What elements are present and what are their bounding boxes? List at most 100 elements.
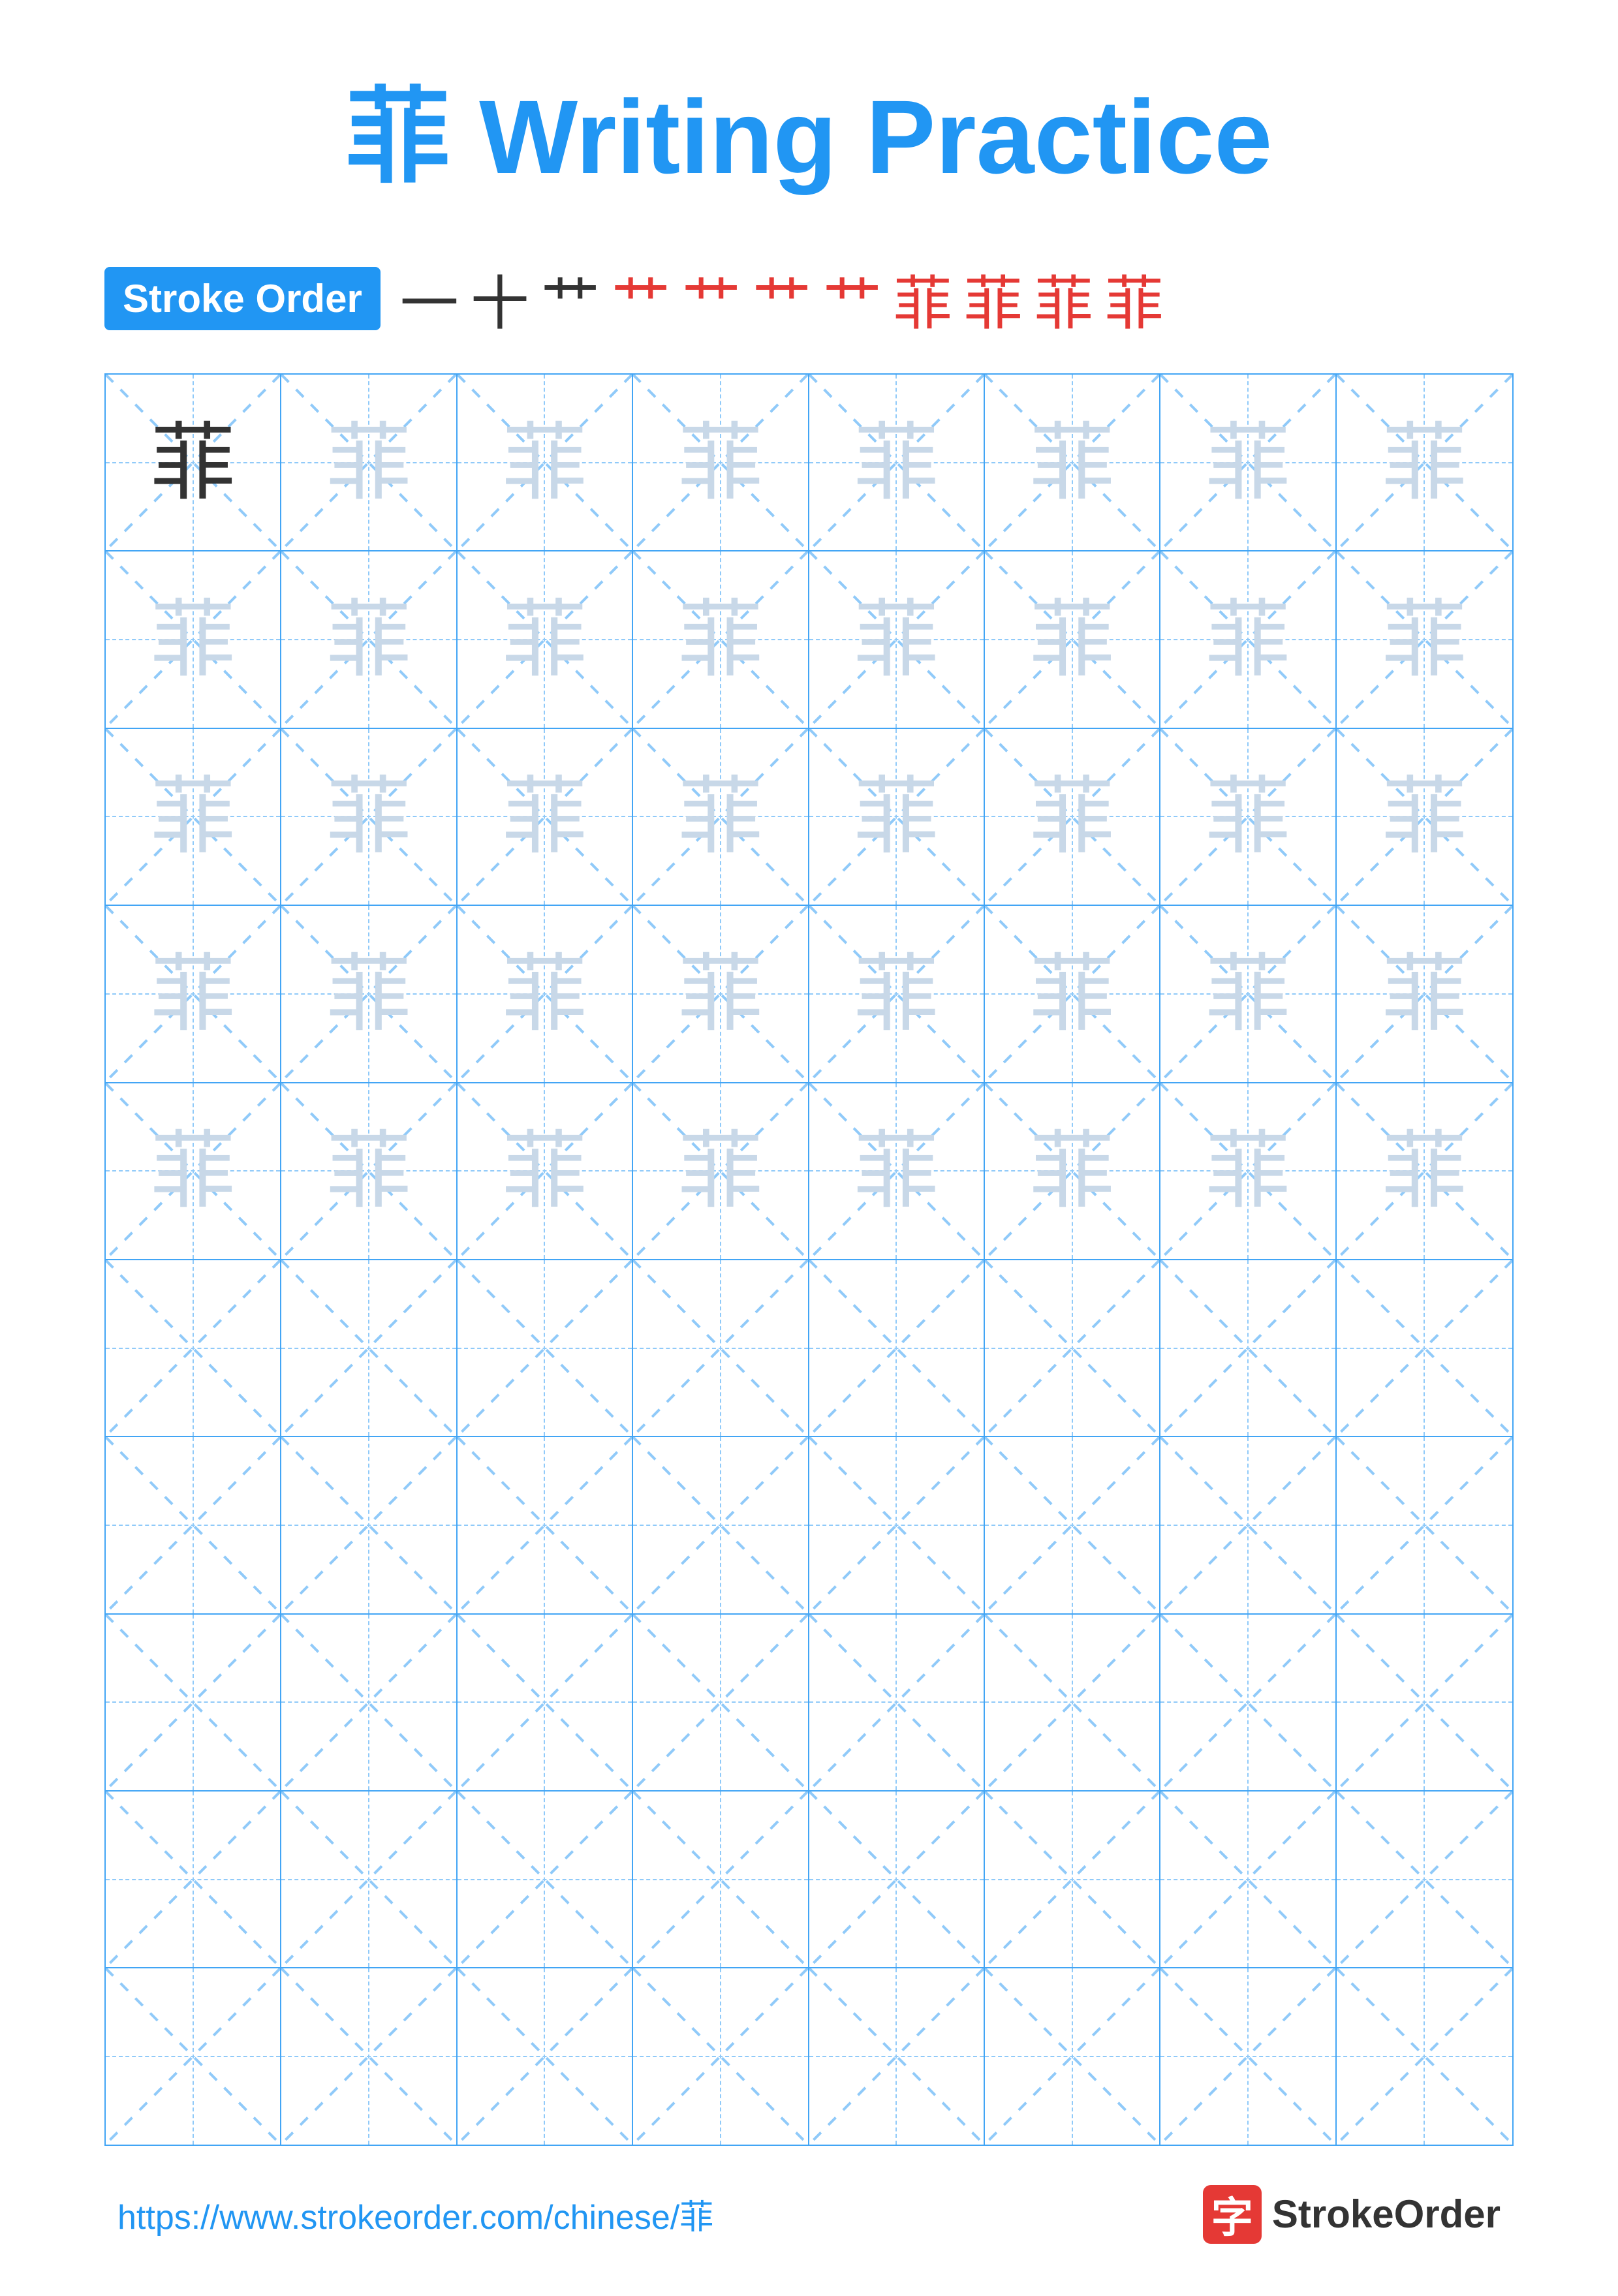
grid-cell-r6c2 [281, 1260, 457, 1436]
stroke-char-4: 艹 [612, 256, 670, 341]
grid-row-5: 菲 菲 菲 菲 菲 菲 菲 菲 [106, 1083, 1512, 1260]
grid-cell-r2c7: 菲 [1160, 551, 1336, 727]
page: 菲 Writing Practice Stroke Order 一 十 艹 艹 … [0, 0, 1618, 2296]
grid-cell-r7c4 [633, 1437, 809, 1613]
grid-row-9 [106, 1792, 1512, 1968]
grid-cell-r3c5: 菲 [809, 729, 985, 905]
stroke-char-8: 菲 [894, 256, 952, 341]
grid-cell-r10c8 [1337, 1968, 1512, 2144]
grid-cell-r9c1 [106, 1792, 281, 1967]
stroke-order-chars: 一 十 艹 艹 艹 艹 艹 菲 菲 菲 菲 [400, 256, 1164, 341]
grid-cell-r4c4: 菲 [633, 906, 809, 1081]
grid-cell-r5c2: 菲 [281, 1083, 457, 1259]
grid-cell-r7c3 [458, 1437, 633, 1613]
footer-url: https://www.strokeorder.com/chinese/菲 [117, 2190, 713, 2239]
stroke-char-7: 艹 [823, 256, 882, 341]
grid-cell-r9c2 [281, 1792, 457, 1967]
grid-cell-r5c1: 菲 [106, 1083, 281, 1259]
stroke-char-11: 菲 [1105, 256, 1164, 341]
grid-cell-r10c4 [633, 1968, 809, 2144]
grid-cell-r8c4 [633, 1615, 809, 1790]
grid-cell-r10c7 [1160, 1968, 1336, 2144]
grid-cell-r2c8: 菲 [1337, 551, 1512, 727]
char-r1c7: 菲 [1206, 420, 1290, 505]
grid-cell-r2c5: 菲 [809, 551, 985, 727]
grid-cell-r9c5 [809, 1792, 985, 1967]
grid-cell-r7c5 [809, 1437, 985, 1613]
grid-cell-r8c2 [281, 1615, 457, 1790]
stroke-char-3: 艹 [541, 256, 600, 341]
grid-cell-r6c3 [458, 1260, 633, 1436]
grid-cell-r4c2: 菲 [281, 906, 457, 1081]
char-r1c2: 菲 [326, 420, 411, 505]
grid-cell-r3c7: 菲 [1160, 729, 1336, 905]
grid-cell-r6c1 [106, 1260, 281, 1436]
grid-cell-r9c8 [1337, 1792, 1512, 1967]
grid-cell-r1c5: 菲 [809, 375, 985, 550]
grid-cell-r4c8: 菲 [1337, 906, 1512, 1081]
grid-cell-r9c4 [633, 1792, 809, 1967]
grid-cell-r4c1: 菲 [106, 906, 281, 1081]
grid-cell-r6c4 [633, 1260, 809, 1436]
grid-cell-r4c7: 菲 [1160, 906, 1336, 1081]
stroke-char-2: 十 [471, 256, 529, 341]
char-r1c4: 菲 [678, 420, 763, 505]
grid-cell-r8c8 [1337, 1615, 1512, 1790]
grid-cell-r2c3: 菲 [458, 551, 633, 727]
stroke-char-9: 菲 [964, 256, 1023, 341]
page-title: 菲 Writing Practice [346, 52, 1273, 204]
grid-cell-r3c4: 菲 [633, 729, 809, 905]
grid-row-10 [106, 1968, 1512, 2144]
grid-cell-r7c1 [106, 1437, 281, 1613]
grid-cell-r6c5 [809, 1260, 985, 1436]
practice-grid: 菲 菲 菲 菲 菲 菲 菲 [104, 373, 1514, 2146]
grid-cell-r8c7 [1160, 1615, 1336, 1790]
grid-cell-r3c1: 菲 [106, 729, 281, 905]
grid-cell-r10c5 [809, 1968, 985, 2144]
grid-cell-r3c2: 菲 [281, 729, 457, 905]
grid-cell-r3c3: 菲 [458, 729, 633, 905]
grid-cell-r5c4: 菲 [633, 1083, 809, 1259]
grid-row-4: 菲 菲 菲 菲 菲 菲 菲 菲 [106, 906, 1512, 1083]
grid-row-7 [106, 1437, 1512, 1614]
grid-cell-r4c6: 菲 [985, 906, 1160, 1081]
grid-cell-r7c7 [1160, 1437, 1336, 1613]
grid-cell-r7c6 [985, 1437, 1160, 1613]
grid-cell-r5c3: 菲 [458, 1083, 633, 1259]
stroke-order-label: Stroke Order [104, 267, 381, 330]
grid-row-2: 菲 菲 菲 菲 菲 菲 菲 菲 [106, 551, 1512, 728]
grid-cell-r1c8: 菲 [1337, 375, 1512, 550]
footer-logo: 字 StrokeOrder [1203, 2185, 1501, 2244]
grid-cell-r1c4: 菲 [633, 375, 809, 550]
grid-cell-r1c2: 菲 [281, 375, 457, 550]
grid-cell-r9c7 [1160, 1792, 1336, 1967]
grid-cell-r4c5: 菲 [809, 906, 985, 1081]
grid-cell-r9c3 [458, 1792, 633, 1967]
char-r1c6: 菲 [1030, 420, 1115, 505]
stroke-char-1: 一 [400, 256, 459, 341]
grid-cell-r1c6: 菲 [985, 375, 1160, 550]
grid-row-6 [106, 1260, 1512, 1437]
grid-cell-r5c7: 菲 [1160, 1083, 1336, 1259]
grid-cell-r8c5 [809, 1615, 985, 1790]
grid-cell-r7c8 [1337, 1437, 1512, 1613]
grid-cell-r7c2 [281, 1437, 457, 1613]
grid-cell-r2c2: 菲 [281, 551, 457, 727]
char-r1c8: 菲 [1382, 420, 1467, 505]
grid-cell-r6c8 [1337, 1260, 1512, 1436]
grid-cell-r5c6: 菲 [985, 1083, 1160, 1259]
grid-cell-r10c3 [458, 1968, 633, 2144]
grid-cell-r2c4: 菲 [633, 551, 809, 727]
grid-cell-r10c6 [985, 1968, 1160, 2144]
grid-cell-r3c6: 菲 [985, 729, 1160, 905]
grid-cell-r1c1: 菲 [106, 375, 281, 550]
grid-cell-r10c2 [281, 1968, 457, 2144]
footer-logo-icon: 字 [1203, 2185, 1262, 2244]
grid-row-3: 菲 菲 菲 菲 菲 菲 菲 菲 [106, 729, 1512, 906]
stroke-char-5: 艹 [682, 256, 741, 341]
grid-cell-r1c3: 菲 [458, 375, 633, 550]
grid-cell-r8c6 [985, 1615, 1160, 1790]
grid-cell-r1c7: 菲 [1160, 375, 1336, 550]
footer: https://www.strokeorder.com/chinese/菲 字 … [104, 2185, 1514, 2244]
grid-cell-r5c5: 菲 [809, 1083, 985, 1259]
